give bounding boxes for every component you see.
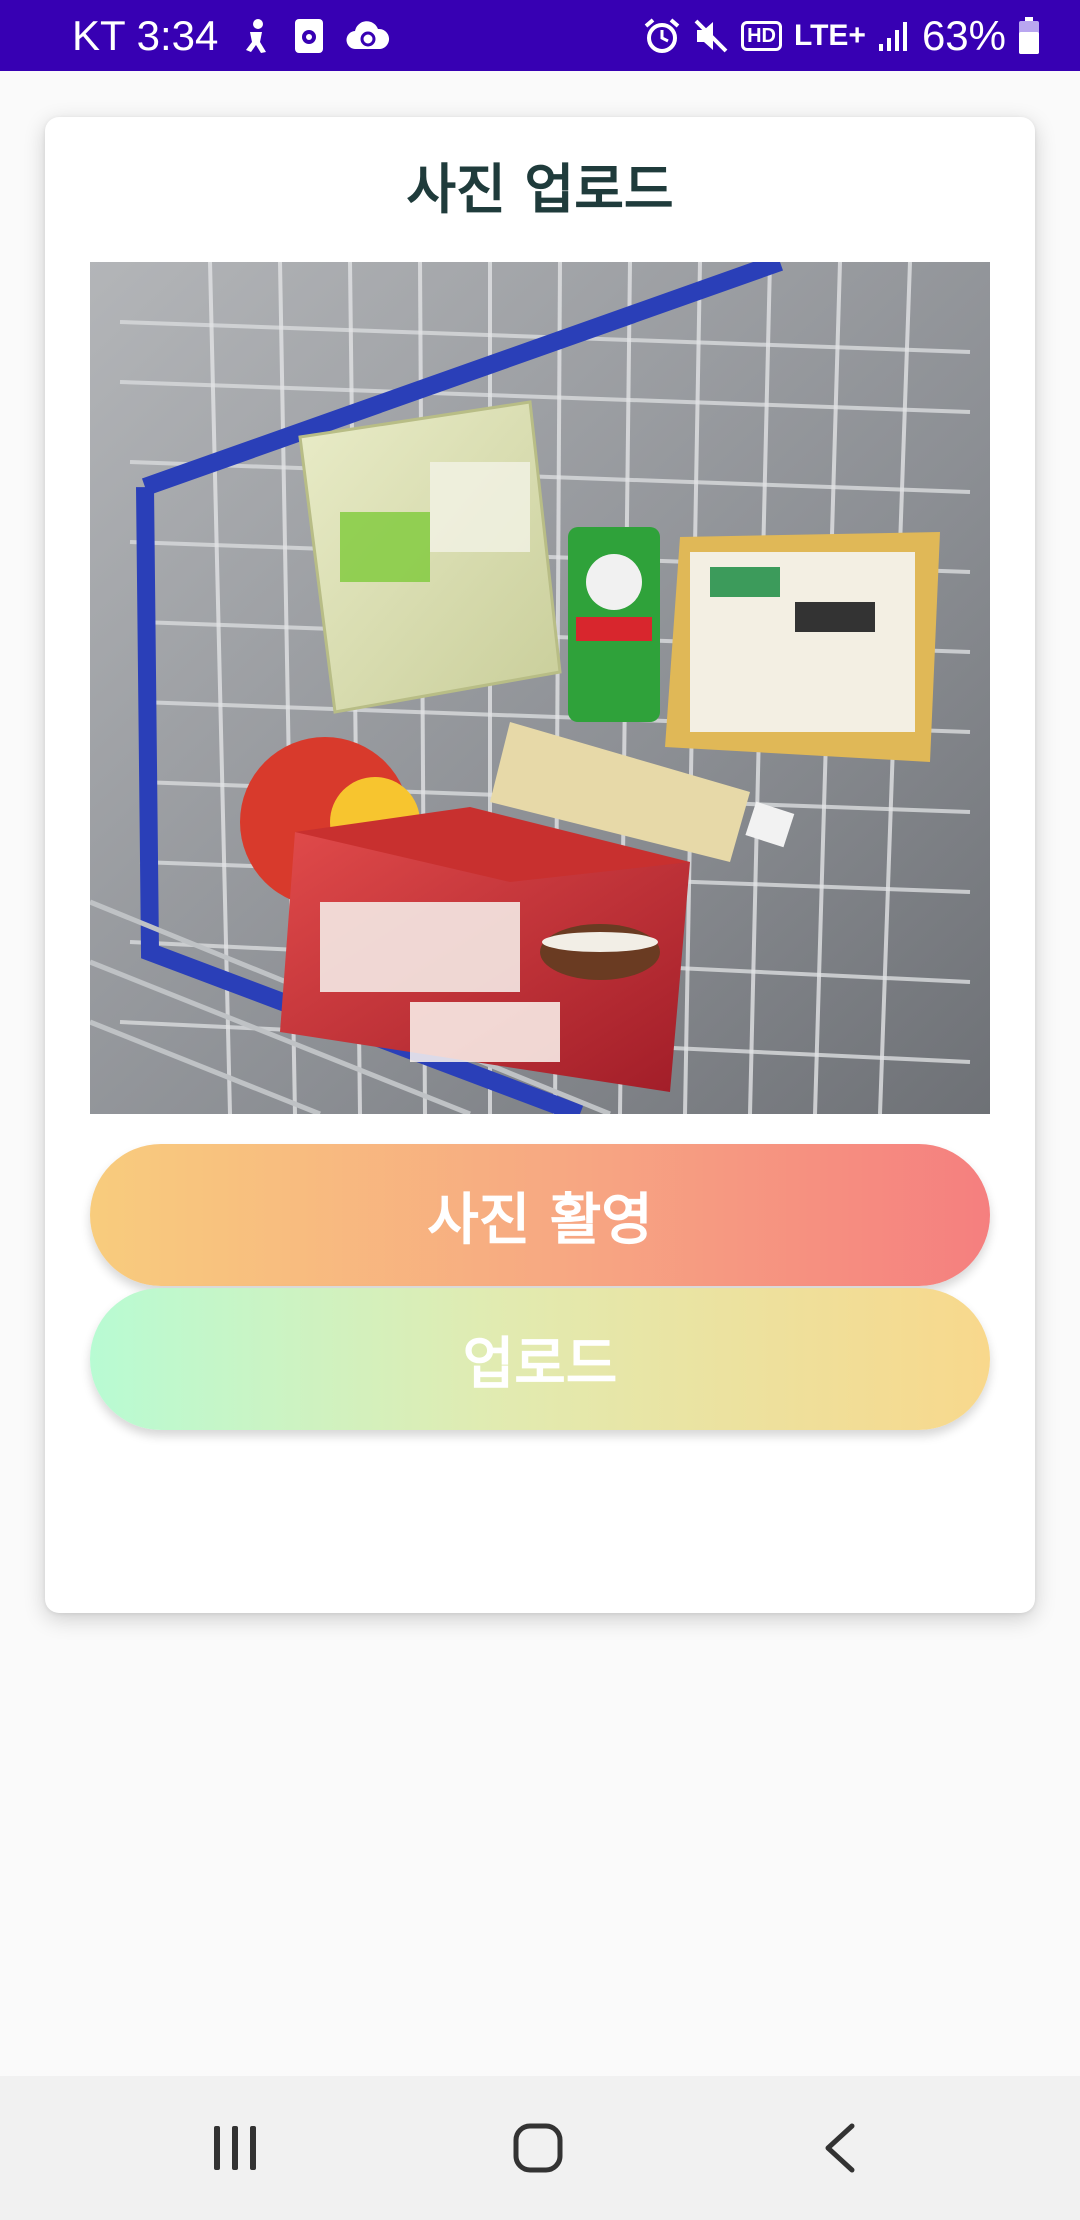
- cloud-sync-icon: [346, 20, 390, 51]
- take-photo-button[interactable]: 사진 활영: [90, 1144, 990, 1286]
- hd-voice-icon: HD: [741, 20, 782, 51]
- alarm-icon: [643, 17, 681, 55]
- mute-icon: [693, 18, 729, 54]
- home-icon[interactable]: [458, 2076, 618, 2220]
- status-right: HD LTE+ 63%: [643, 0, 1040, 71]
- recent-apps-icon[interactable]: [155, 2076, 315, 2220]
- status-left: KT 3:34: [72, 0, 390, 71]
- upload-button[interactable]: 업로드: [90, 1288, 990, 1430]
- signal-icon: [878, 20, 910, 52]
- carrier-time: KT 3:34: [72, 11, 219, 59]
- lte-icon: LTE+: [793, 18, 866, 52]
- battery-percent: 63%: [921, 11, 1006, 59]
- accessibility-icon: [240, 18, 272, 54]
- photo-preview: [90, 262, 990, 1114]
- back-icon[interactable]: [760, 2076, 920, 2220]
- battery-icon: [1018, 16, 1040, 55]
- page-title: 사진 업로드: [406, 158, 674, 221]
- upload-card: 사진 업로드 사진 활영 업로드: [45, 117, 1035, 1613]
- system-nav-bar: [0, 2076, 1080, 2220]
- status-bar: KT 3:34 HD LTE+ 63%: [0, 0, 1080, 71]
- screen-record-icon: [294, 18, 324, 54]
